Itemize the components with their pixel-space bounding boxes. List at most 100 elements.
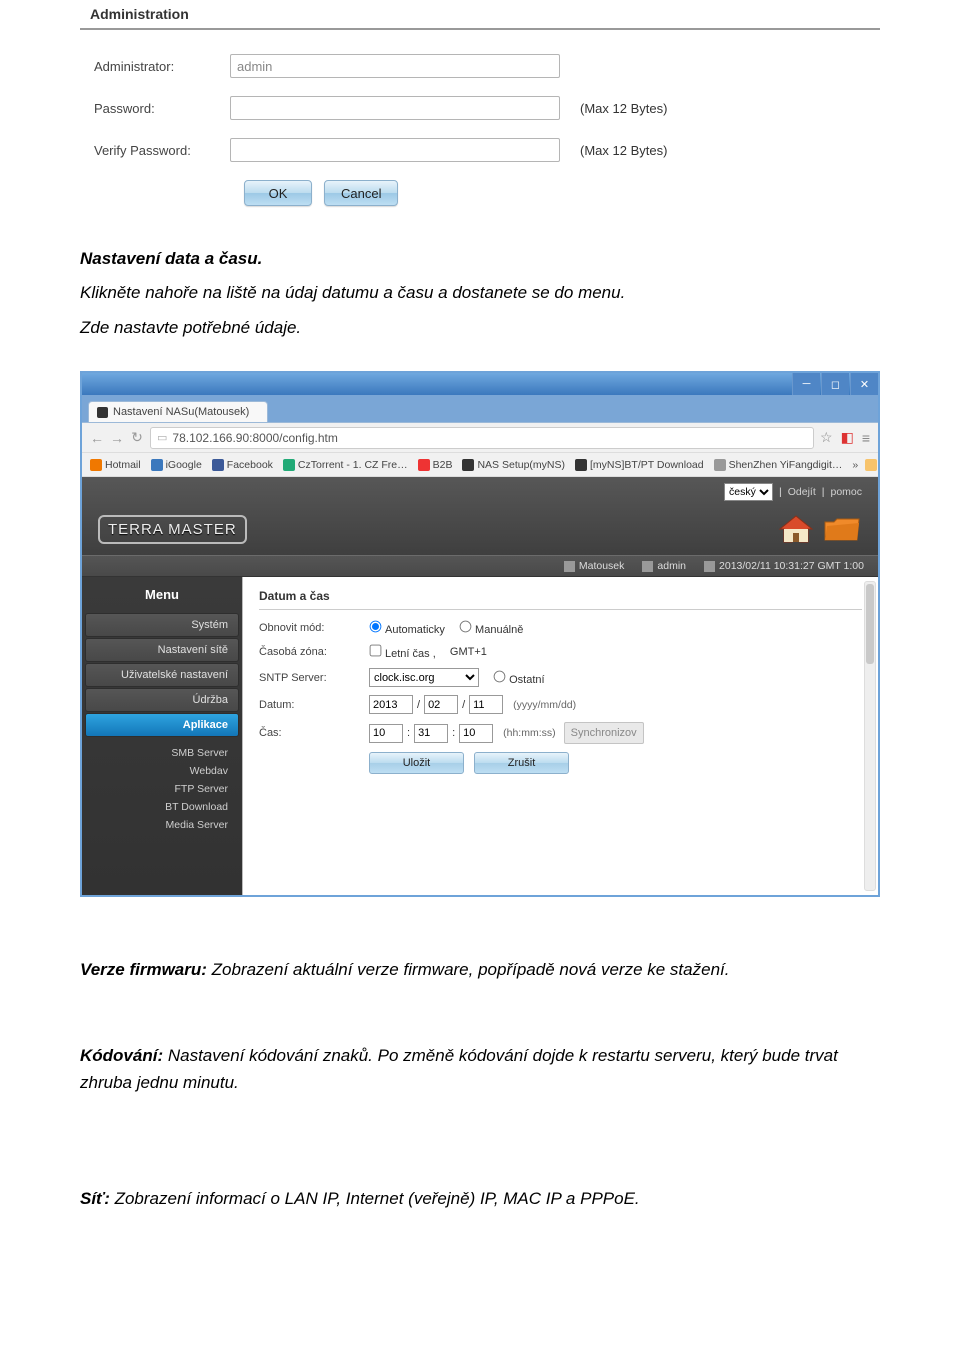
doc-section-kodovani: Kódování: Nastavení kódování znaků. Po z… bbox=[80, 1043, 880, 1096]
row-date: Datum: / / (yyyy/mm/dd) bbox=[259, 695, 862, 714]
ok-button[interactable]: OK bbox=[244, 180, 312, 206]
cancel-button[interactable]: Cancel bbox=[324, 180, 398, 206]
row-time: Čas: : : (hh:mm:ss) Synchronizov bbox=[259, 722, 862, 744]
window-maximize-button[interactable]: ◻ bbox=[821, 373, 849, 395]
toolbar-actions: ☆ ◧ ≡ bbox=[820, 429, 870, 446]
section-p1: Klikněte nahoře na liště na údaj datumu … bbox=[80, 280, 880, 306]
pane-cancel-button[interactable]: Zrušit bbox=[474, 752, 569, 774]
admin-button-row: OK Cancel bbox=[244, 180, 880, 206]
bookmark-b2b[interactable]: B2B bbox=[418, 459, 453, 471]
date-year-input[interactable] bbox=[369, 695, 413, 714]
terra-master-logo: TERRA MASTER bbox=[98, 515, 247, 544]
tz-value: GMT+1 bbox=[450, 646, 487, 658]
sidebar-sub-bt[interactable]: BT Download bbox=[96, 798, 228, 816]
input-administrator[interactable] bbox=[230, 54, 560, 78]
status-clock[interactable]: 2013/02/11 10:31:27 GMT 1:00 bbox=[704, 560, 864, 572]
bookmark-shenzhen[interactable]: ShenZhen YiFangdigit… bbox=[714, 459, 843, 471]
hint-verify-password: (Max 12 Bytes) bbox=[580, 143, 667, 158]
home-icon[interactable] bbox=[778, 514, 814, 544]
radio-auto[interactable]: Automaticky bbox=[369, 620, 445, 636]
sidebar-item-maintenance[interactable]: Údržba bbox=[85, 688, 239, 712]
bookmark-bt[interactable]: [myNS]BT/PT Download bbox=[575, 459, 704, 471]
star-icon[interactable]: ☆ bbox=[820, 429, 833, 446]
input-password[interactable] bbox=[230, 96, 560, 120]
sidebar-sub-smb[interactable]: SMB Server bbox=[96, 744, 228, 762]
sidebar-item-network[interactable]: Nastavení sítě bbox=[85, 638, 239, 662]
bookmark-facebook[interactable]: Facebook bbox=[212, 459, 273, 471]
label-password: Password: bbox=[80, 101, 230, 116]
firmware-label: Verze firmwaru: bbox=[80, 960, 207, 979]
bookmark-igoogle[interactable]: iGoogle bbox=[151, 459, 202, 471]
nav-forward-icon[interactable]: → bbox=[110, 430, 124, 446]
administration-title: Administration bbox=[80, 0, 880, 30]
app-header-main-row: TERRA MASTER bbox=[98, 503, 862, 555]
sit-text: Zobrazení informací o LAN IP, Internet (… bbox=[110, 1189, 640, 1208]
app-header-top-row: český | Odejít | pomoc bbox=[98, 481, 862, 503]
side-menu: Menu Systém Nastavení sítě Uživatelské n… bbox=[82, 577, 242, 895]
bookmark-hotmail[interactable]: Hotmail bbox=[90, 459, 141, 471]
checkbox-dst[interactable]: Letní čas , bbox=[369, 644, 436, 660]
time-second-input[interactable] bbox=[459, 724, 493, 743]
label-timezone: Časobá zóna: bbox=[259, 646, 369, 658]
time-minute-input[interactable] bbox=[414, 724, 448, 743]
host-icon bbox=[564, 561, 575, 572]
bookmark-other[interactable]: » Ostatní záložky bbox=[852, 459, 878, 471]
radio-sntp-other[interactable]: Ostatní bbox=[493, 670, 544, 686]
sidebar-item-applications[interactable]: Aplikace bbox=[85, 713, 239, 737]
input-verify-password[interactable] bbox=[230, 138, 560, 162]
window-close-button[interactable]: ✕ bbox=[850, 373, 878, 395]
row-timezone: Časobá zóna: Letní čas , GMT+1 bbox=[259, 644, 862, 660]
browser-tab-strip: Nastavení NASu(Matousek) bbox=[82, 395, 878, 423]
user-icon bbox=[642, 561, 653, 572]
time-hour-input[interactable] bbox=[369, 724, 403, 743]
bookmark-nas-setup[interactable]: NAS Setup(myNS) bbox=[462, 459, 565, 471]
row-verify-password: Verify Password: (Max 12 Bytes) bbox=[80, 138, 880, 162]
vertical-scrollbar[interactable] bbox=[864, 581, 876, 891]
app-header: český | Odejít | pomoc TERRA MASTER bbox=[82, 477, 878, 555]
url-text: 78.102.166.90:8000/config.htm bbox=[172, 431, 337, 445]
bookmark-cztorrent[interactable]: CzTorrent - 1. CZ Fre… bbox=[283, 459, 408, 471]
row-sntp: SNTP Server: clock.isc.org Ostatní bbox=[259, 668, 862, 687]
administration-panel: Administration Administrator: Password: … bbox=[80, 0, 880, 206]
main-pane: Datum a čas Obnovit mód: Automaticky Man… bbox=[242, 577, 878, 895]
sidebar-subitems: SMB Server Webdav FTP Server BT Download… bbox=[82, 738, 242, 844]
sidebar-item-user-settings[interactable]: Uživatelské nastavení bbox=[85, 663, 239, 687]
row-password: Password: (Max 12 Bytes) bbox=[80, 96, 880, 120]
nav-back-icon[interactable]: ← bbox=[90, 430, 104, 446]
sidebar-sub-ftp[interactable]: FTP Server bbox=[96, 780, 228, 798]
sidebar-item-system[interactable]: Systém bbox=[85, 613, 239, 637]
radio-manual[interactable]: Manuálně bbox=[459, 620, 523, 636]
save-button[interactable]: Uložit bbox=[369, 752, 464, 774]
window-minimize-button[interactable]: ─ bbox=[792, 373, 820, 395]
help-link[interactable]: pomoc bbox=[830, 486, 862, 498]
date-hint: (yyyy/mm/dd) bbox=[513, 699, 576, 711]
kodovani-text: Nastavení kódování znaků. Po změně kódov… bbox=[80, 1046, 838, 1091]
label-sntp: SNTP Server: bbox=[259, 672, 369, 684]
status-host: Matousek bbox=[564, 560, 625, 572]
tab-title: Nastavení NASu(Matousek) bbox=[113, 406, 249, 418]
language-select[interactable]: český bbox=[724, 483, 773, 501]
pane-title: Datum a čas bbox=[259, 589, 862, 610]
nav-reload-icon[interactable]: ↻ bbox=[130, 429, 144, 446]
app-status-bar: Matousek admin 2013/02/11 10:31:27 GMT 1… bbox=[82, 555, 878, 577]
url-field[interactable]: ▭ 78.102.166.90:8000/config.htm bbox=[150, 427, 814, 449]
browser-tab[interactable]: Nastavení NASu(Matousek) bbox=[88, 401, 268, 422]
date-month-input[interactable] bbox=[424, 695, 458, 714]
app-body: Menu Systém Nastavení sítě Uživatelské n… bbox=[82, 577, 878, 895]
scroll-thumb[interactable] bbox=[866, 584, 874, 664]
synchronize-button[interactable]: Synchronizov bbox=[564, 722, 644, 744]
doc-section-firmware: Verze firmwaru: Zobrazení aktuální verze… bbox=[80, 957, 880, 983]
label-administrator: Administrator: bbox=[80, 59, 230, 74]
row-administrator: Administrator: bbox=[80, 54, 880, 78]
doc-section-sit: Síť: Zobrazení informací o LAN IP, Inter… bbox=[80, 1186, 880, 1212]
bookmarks-bar: Hotmail iGoogle Facebook CzTorrent - 1. … bbox=[82, 453, 878, 477]
time-hint: (hh:mm:ss) bbox=[503, 727, 556, 739]
menu-icon[interactable]: ≡ bbox=[862, 430, 870, 446]
sidebar-sub-media[interactable]: Media Server bbox=[96, 816, 228, 834]
sidebar-sub-webdav[interactable]: Webdav bbox=[96, 762, 228, 780]
logout-link[interactable]: Odejít bbox=[788, 486, 816, 498]
sntp-select[interactable]: clock.isc.org bbox=[369, 668, 479, 687]
date-day-input[interactable] bbox=[469, 695, 503, 714]
extension-icon[interactable]: ◧ bbox=[841, 429, 854, 446]
folder-icon[interactable] bbox=[822, 514, 862, 544]
